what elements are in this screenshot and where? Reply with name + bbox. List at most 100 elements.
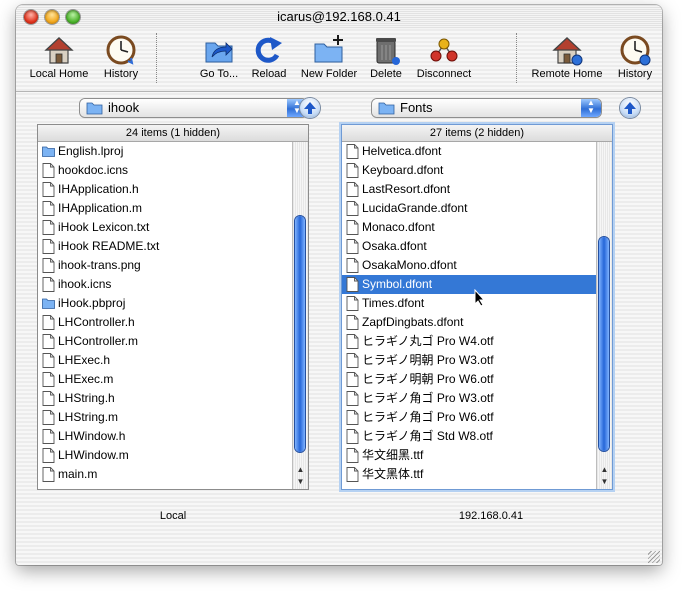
minimize-button[interactable] bbox=[45, 10, 59, 24]
local-home-button[interactable]: Local Home bbox=[27, 33, 91, 80]
local-file-row[interactable]: iHook.pbproj bbox=[38, 294, 293, 313]
local-file-row[interactable]: LHWindow.h bbox=[38, 427, 293, 446]
remote-file-row[interactable]: ZapfDingbats.dfont bbox=[342, 313, 597, 332]
disconnect-button[interactable]: Disconnect bbox=[412, 33, 476, 80]
local-file-row[interactable]: LHString.h bbox=[38, 389, 293, 408]
local-path-popup[interactable]: ihook ▲ ▼ bbox=[80, 99, 307, 117]
document-icon bbox=[346, 429, 359, 444]
document-icon bbox=[42, 315, 55, 330]
reload-button[interactable]: Reload bbox=[246, 33, 292, 80]
remote-file-row[interactable]: Keyboard.dfont bbox=[342, 161, 597, 180]
local-history-button[interactable]: History bbox=[96, 33, 146, 80]
remote-file-row[interactable]: Helvetica.dfont bbox=[342, 142, 597, 161]
document-icon bbox=[346, 410, 359, 425]
local-file-pane[interactable]: 24 items (1 hidden) English.lproj hookdoc… bbox=[38, 125, 308, 489]
document-icon bbox=[346, 334, 359, 349]
local-file-row[interactable]: iHook Lexicon.txt bbox=[38, 218, 293, 237]
goto-label: Go To... bbox=[199, 68, 239, 80]
local-file-list[interactable]: English.lproj hookdoc.icns IHApplication.h… bbox=[38, 142, 293, 489]
scroll-down-arrow-icon[interactable]: ▼ bbox=[599, 476, 610, 487]
document-icon bbox=[346, 353, 359, 368]
document-icon bbox=[346, 315, 359, 330]
local-file-row[interactable]: IHApplication.m bbox=[38, 199, 293, 218]
remote-file-row[interactable]: LucidaGrande.dfont bbox=[342, 199, 597, 218]
document-icon bbox=[42, 163, 55, 178]
goto-button[interactable]: Go To... bbox=[194, 33, 244, 80]
file-name: LHString.h bbox=[58, 391, 115, 405]
file-name: LHExec.m bbox=[58, 372, 114, 386]
document-icon bbox=[42, 220, 55, 235]
title-bar[interactable]: icarus@192.168.0.41 bbox=[16, 5, 662, 29]
remote-file-row[interactable]: OsakaMono.dfont bbox=[342, 256, 597, 275]
file-name: iHook README.txt bbox=[58, 239, 160, 253]
scroll-down-arrow-icon[interactable]: ▼ bbox=[295, 476, 306, 487]
local-file-row[interactable]: LHController.h bbox=[38, 313, 293, 332]
zoom-button[interactable] bbox=[66, 10, 80, 24]
local-scroll-thumb[interactable] bbox=[295, 216, 305, 452]
file-name: iHook Lexicon.txt bbox=[58, 220, 150, 234]
scroll-up-arrow-icon[interactable]: ▲ bbox=[295, 464, 306, 475]
remote-file-row[interactable]: Monaco.dfont bbox=[342, 218, 597, 237]
document-icon bbox=[346, 201, 359, 216]
new-folder-label: New Folder bbox=[300, 68, 358, 80]
local-file-row[interactable]: LHExec.h bbox=[38, 351, 293, 370]
local-file-row[interactable]: English.lproj bbox=[38, 142, 293, 161]
document-icon bbox=[42, 448, 55, 463]
resize-grip-icon[interactable] bbox=[648, 551, 660, 563]
document-icon bbox=[42, 239, 55, 254]
goto-folder-icon bbox=[205, 42, 233, 63]
ftp-window: icarus@192.168.0.41 Local Home History G… bbox=[16, 5, 662, 565]
local-file-row[interactable]: main.m bbox=[38, 465, 293, 484]
remote-home-label: Remote Home bbox=[531, 68, 603, 80]
clock-icon bbox=[620, 35, 651, 66]
file-name: LucidaGrande.dfont bbox=[362, 201, 468, 215]
local-scrollbar[interactable]: ▲ ▼ bbox=[292, 142, 308, 489]
file-name: Monaco.dfont bbox=[362, 220, 435, 234]
remote-file-list[interactable]: Helvetica.dfont Keyboard.dfont LastResort.… bbox=[342, 142, 597, 489]
up-arrow-icon bbox=[624, 102, 636, 114]
folder-icon bbox=[42, 146, 55, 157]
local-file-row[interactable]: ihook-trans.png bbox=[38, 256, 293, 275]
remote-item-count: 27 items (2 hidden) bbox=[342, 125, 612, 142]
file-name: ヒラギノ角ゴ Pro W3.otf bbox=[362, 391, 494, 405]
local-path-label: ihook bbox=[108, 100, 140, 115]
remote-home-button[interactable]: Remote Home bbox=[528, 33, 606, 80]
remote-file-row[interactable]: ヒラギノ丸ゴ Pro W4.otf bbox=[342, 332, 597, 351]
local-file-row[interactable]: LHExec.m bbox=[38, 370, 293, 389]
document-icon bbox=[346, 391, 359, 406]
popup-arrows-icon: ▲ ▼ bbox=[581, 99, 601, 117]
remote-file-row[interactable]: ヒラギノ角ゴ Pro W6.otf bbox=[342, 408, 597, 427]
local-file-row[interactable]: LHString.m bbox=[38, 408, 293, 427]
remote-history-button[interactable]: History bbox=[612, 33, 658, 80]
remote-file-row[interactable]: ヒラギノ明朝 Pro W6.otf bbox=[342, 370, 597, 389]
delete-button[interactable]: Delete bbox=[364, 33, 408, 80]
remote-file-row[interactable]: Times.dfont bbox=[342, 294, 597, 313]
remote-file-row[interactable]: ヒラギノ明朝 Pro W3.otf bbox=[342, 351, 597, 370]
scroll-up-arrow-icon[interactable]: ▲ bbox=[599, 464, 610, 475]
local-parent-folder-button[interactable] bbox=[300, 98, 320, 118]
remote-file-row[interactable]: Symbol.dfont bbox=[342, 275, 597, 294]
remote-file-row[interactable]: ヒラギノ角ゴ Std W8.otf bbox=[342, 427, 597, 446]
remote-scrollbar[interactable]: ▲ ▼ bbox=[596, 142, 612, 489]
remote-path-popup[interactable]: Fonts ▲ ▼ bbox=[372, 99, 601, 117]
local-file-row[interactable]: IHApplication.h bbox=[38, 180, 293, 199]
remote-file-row[interactable]: LastResort.dfont bbox=[342, 180, 597, 199]
local-file-row[interactable]: LHWindow.m bbox=[38, 446, 293, 465]
document-icon bbox=[346, 182, 359, 197]
remote-parent-folder-button[interactable] bbox=[620, 98, 640, 118]
close-button[interactable] bbox=[24, 10, 38, 24]
remote-file-row[interactable]: 华文细黑.ttf bbox=[342, 446, 597, 465]
local-file-row[interactable]: ihook.icns bbox=[38, 275, 293, 294]
remote-file-row[interactable]: 华文黑体.ttf bbox=[342, 465, 597, 484]
local-file-row[interactable]: hookdoc.icns bbox=[38, 161, 293, 180]
new-folder-button[interactable]: New Folder bbox=[296, 33, 362, 80]
local-file-row[interactable]: LHController.m bbox=[38, 332, 293, 351]
remote-file-row[interactable]: ヒラギノ角ゴ Pro W3.otf bbox=[342, 389, 597, 408]
remote-path-label: Fonts bbox=[400, 100, 433, 115]
local-file-row[interactable]: iHook README.txt bbox=[38, 237, 293, 256]
document-icon bbox=[42, 277, 55, 292]
remote-scroll-thumb[interactable] bbox=[599, 237, 609, 451]
remote-file-pane[interactable]: 27 items (2 hidden) Helvetica.dfont Keybo… bbox=[342, 125, 612, 489]
remote-file-row[interactable]: Osaka.dfont bbox=[342, 237, 597, 256]
document-icon bbox=[346, 239, 359, 254]
